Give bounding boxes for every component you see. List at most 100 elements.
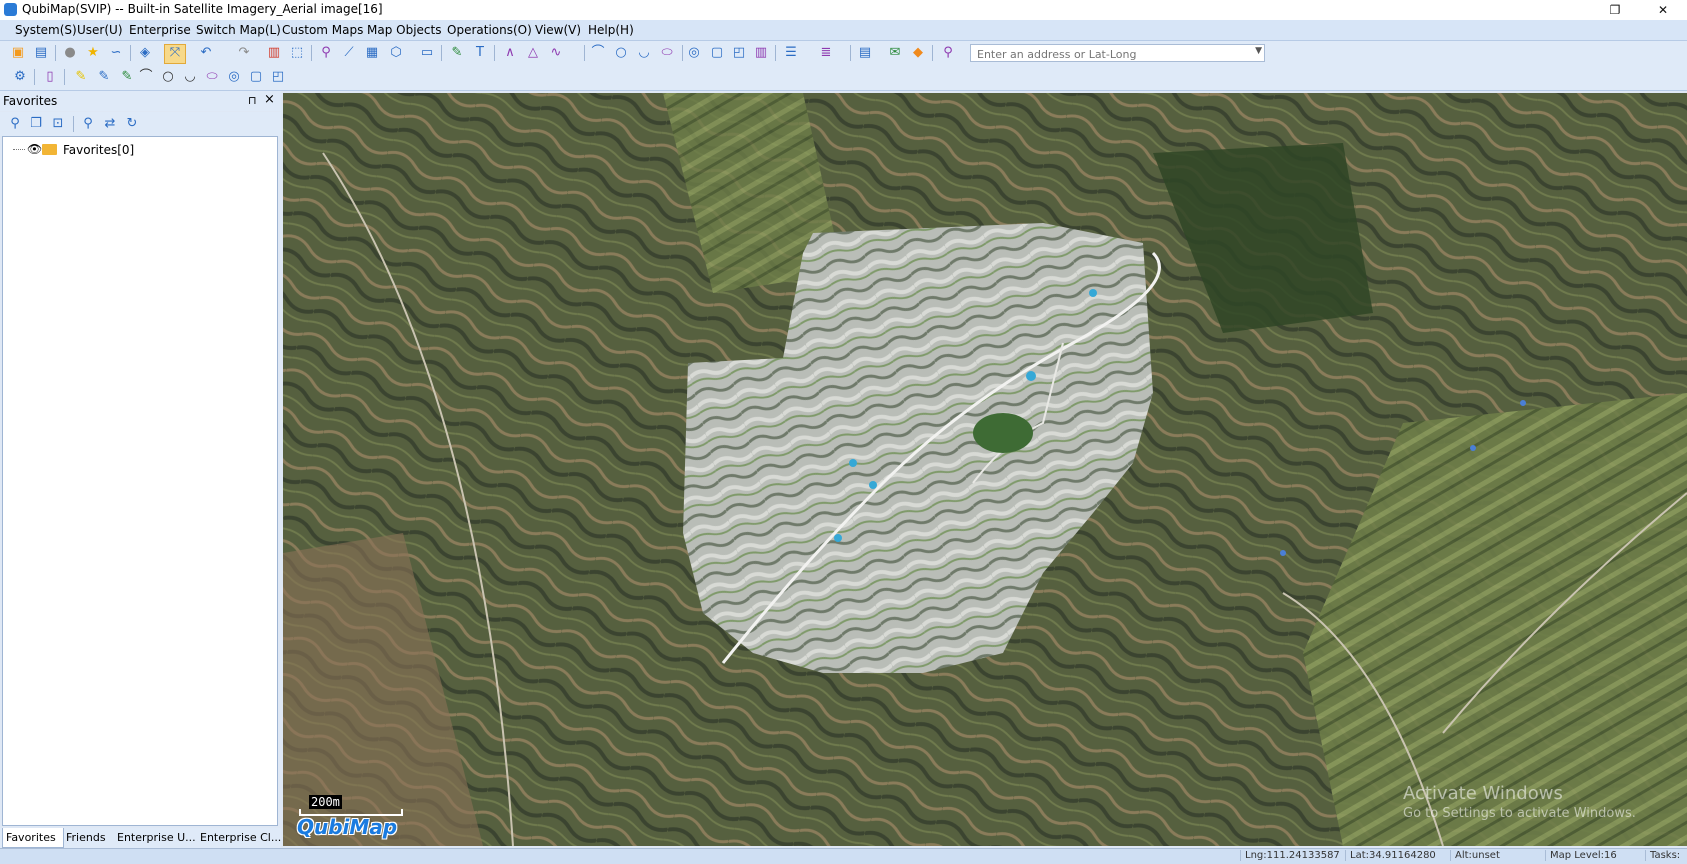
pin-blue-icon[interactable]: ✎ (96, 69, 112, 85)
toolbar-separator (130, 45, 131, 61)
shape-icon[interactable]: ◰ (731, 45, 747, 61)
toolbar-separator (64, 69, 65, 85)
secondary-toolbar: ⚙ ▯ ✎ ✎ ✎ ⌒ ○ ◡ ⬭ ◎ ▢ ◰ (0, 65, 1687, 91)
table-icon[interactable]: ▤ (857, 45, 873, 61)
refresh-icon[interactable]: ↻ (124, 116, 140, 132)
search-icon[interactable]: ⚲ (7, 116, 23, 132)
tab-friends[interactable]: Friends (63, 828, 113, 847)
toolbar-separator (73, 116, 74, 132)
document-icon[interactable]: ▯ (42, 69, 58, 85)
user-icon[interactable]: ● (62, 45, 78, 61)
chevron-down-icon[interactable]: ▼ (1255, 46, 1262, 56)
properties-icon[interactable]: ≣ (818, 45, 834, 61)
bridge-icon[interactable]: ⌒ (138, 69, 154, 85)
copy-icon[interactable]: ❐ (28, 116, 44, 132)
tree-item-label: Favorites[0] (63, 143, 135, 157)
zoom-icon[interactable]: ⚲ (940, 45, 956, 61)
undo-icon[interactable]: ↶ (198, 45, 214, 61)
tab-favorites[interactable]: Favorites (2, 828, 64, 848)
status-longitude: Lng:111.24133587 (1240, 850, 1340, 861)
address-search[interactable]: ▼ (970, 44, 1265, 63)
status-map-level: Map Level:16 (1545, 850, 1617, 861)
main-toolbar: ▣ ▤ ● ★ ∽ ◈ ⤧ ↶ ↷ ▥ ⬚ ⚲ ⟋ ▦ ⬡ ▭ ✎ T ∧ △ … (0, 41, 1687, 65)
marker-icon[interactable]: ⚲ (318, 45, 334, 61)
map-view[interactable]: 200m QubiMap Activate Windows Go to Sett… (283, 93, 1687, 846)
list-icon[interactable]: ☰ (783, 45, 799, 61)
close-panel-button[interactable]: × (264, 92, 275, 107)
delete-icon[interactable]: ▥ (266, 45, 282, 61)
circle-icon[interactable]: ○ (613, 45, 629, 61)
eye-icon[interactable]: 👁 (27, 142, 42, 156)
panel-tabs: Favorites Friends Enterprise U... Enterp… (0, 828, 281, 848)
restore-button[interactable]: ❐ (1592, 0, 1638, 20)
screenshot-icon[interactable]: ▭ (419, 45, 435, 61)
star-icon[interactable]: ★ (85, 45, 101, 61)
pin-icon[interactable]: ✎ (449, 45, 465, 61)
menu-switch-map[interactable]: Switch Map(L) (196, 23, 281, 37)
menu-view[interactable]: View(V) (535, 23, 581, 37)
menu-user[interactable]: User(U) (77, 23, 123, 37)
location-pin-icon[interactable]: ⚲ (80, 116, 96, 132)
toolbar-separator (584, 45, 585, 61)
text-icon[interactable]: T (472, 45, 488, 61)
favorites-toolbar: ⚲ ❐ ⊡ ⚲ ⇄ ↻ (0, 112, 281, 136)
favorites-tree: 👁 Favorites[0] (2, 136, 278, 826)
tree-connector (13, 149, 25, 150)
polyline-icon[interactable]: ∧ (502, 45, 518, 61)
address-search-input[interactable] (975, 45, 1249, 63)
settings-icon[interactable]: ⚙ (12, 69, 28, 85)
new-icon[interactable]: ▣ (10, 45, 26, 61)
rounded-rect-icon[interactable]: ▢ (709, 45, 725, 61)
toolbar-separator (932, 45, 933, 61)
route-icon[interactable]: ∽ (108, 45, 124, 61)
arc2-icon[interactable]: ◡ (636, 45, 652, 61)
toolbar-separator (311, 45, 312, 61)
menu-custom-maps[interactable]: Custom Maps (282, 23, 363, 37)
polygon-icon[interactable]: ⬡ (388, 45, 404, 61)
area-icon[interactable]: ▦ (364, 45, 380, 61)
circle-icon[interactable]: ○ (160, 69, 176, 85)
menu-map-objects[interactable]: Map Objects (367, 23, 441, 37)
watermark-line1: Activate Windows (1403, 783, 1563, 804)
arc-icon[interactable]: ◡ (182, 69, 198, 85)
ellipse-icon[interactable]: ⬭ (659, 45, 675, 61)
pin-icon[interactable]: ⊓ (248, 94, 257, 107)
rect-select-icon[interactable]: ⬚ (289, 45, 305, 61)
ellipse-icon[interactable]: ⬭ (204, 69, 220, 85)
chat-icon[interactable]: ✉ (887, 45, 903, 61)
save-icon[interactable]: ▤ (33, 45, 49, 61)
menu-operations[interactable]: Operations(O) (447, 23, 532, 37)
menu-system[interactable]: System(S) (15, 23, 77, 37)
triangle-icon[interactable]: △ (525, 45, 541, 61)
circle-fill-icon[interactable]: ◎ (686, 45, 702, 61)
toolbar-separator (494, 45, 495, 61)
toolbar-separator (55, 45, 56, 61)
ruler-icon[interactable]: ⟋ (341, 45, 357, 61)
arc-icon[interactable]: ⌒ (590, 45, 606, 61)
tab-enterprise-clusters[interactable]: Enterprise Cl... (197, 828, 285, 847)
close-button[interactable]: ✕ (1640, 0, 1686, 20)
window-title: QubiMap(SVIP) -- Built-in Satellite Imag… (22, 2, 383, 16)
toolbar-separator (775, 45, 776, 61)
status-bar: Lng:111.24133587 Lat:34.91164280 Alt:uns… (0, 848, 1687, 864)
select-icon[interactable]: ⤧ (164, 44, 186, 64)
rounded-rect-icon[interactable]: ▢ (248, 69, 264, 85)
circle-fill-icon[interactable]: ◎ (226, 69, 242, 85)
redo-icon[interactable]: ↷ (236, 45, 252, 61)
toolbar-separator (441, 45, 442, 61)
pin-yellow-icon[interactable]: ✎ (73, 69, 89, 85)
menu-enterprise[interactable]: Enterprise (129, 23, 191, 37)
title-bar: QubiMap(SVIP) -- Built-in Satellite Imag… (0, 0, 1687, 20)
locate-icon[interactable]: ⊡ (50, 116, 66, 132)
menu-help[interactable]: Help(H) (588, 23, 634, 37)
scale-label: 200m (309, 795, 342, 809)
curve-icon[interactable]: ∿ (548, 45, 564, 61)
swap-icon[interactable]: ⇄ (102, 116, 118, 132)
shape-icon[interactable]: ◰ (270, 69, 286, 85)
toolbar-separator (850, 45, 851, 61)
badge-icon[interactable]: ◆ (910, 45, 926, 61)
layers-icon[interactable]: ◈ (137, 45, 153, 61)
pin-green-icon[interactable]: ✎ (119, 69, 135, 85)
grid-icon[interactable]: ▥ (753, 45, 769, 61)
tab-enterprise-users[interactable]: Enterprise U... (114, 828, 200, 847)
